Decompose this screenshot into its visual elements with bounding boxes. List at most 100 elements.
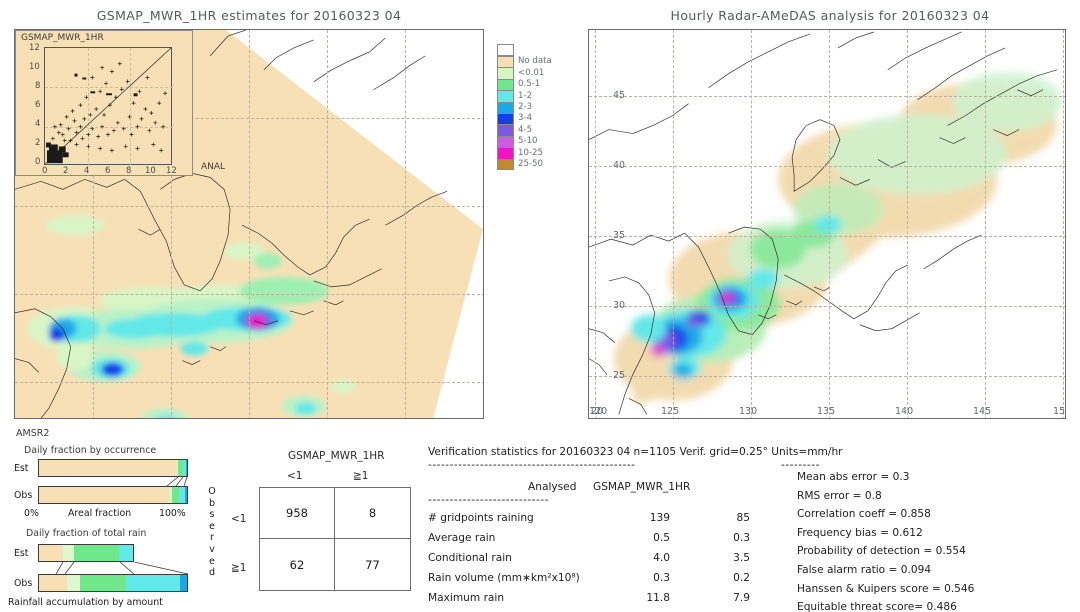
occurrence-bar-obs: [38, 486, 188, 504]
left-gridline-h2: [15, 206, 483, 207]
colorbar-entry: 5-10: [497, 135, 552, 148]
inset-xtick-6: 6: [105, 166, 111, 176]
stats-row-name: Average rain: [428, 532, 496, 544]
bar-segment: [73, 545, 119, 561]
bar-segment: [39, 545, 64, 561]
left-panel-title: GSMAP_MWR_1HR estimates for 20160323 04: [96, 8, 402, 23]
amount-connector-lines: [55, 562, 189, 574]
observed-letter: O: [208, 486, 216, 497]
inset-scatter-points: [45, 61, 168, 164]
observed-letter: e: [209, 520, 215, 532]
inset-xtick-0: 0: [42, 166, 48, 176]
colorbar-swatch: [497, 147, 514, 159]
right-gridline-v5: [985, 30, 986, 418]
colorbar-swatch: [497, 90, 514, 102]
colorbar-label: 2-3: [518, 101, 533, 112]
right-lon-tick-130: 130: [739, 406, 758, 417]
inset-ytick-8: 8: [35, 81, 41, 91]
right-gridline-v4: [907, 30, 908, 418]
colorbar-swatch: [497, 124, 514, 136]
inset-xtick-2: 2: [63, 166, 69, 176]
stats-row-analysed: 0.5: [653, 532, 670, 544]
stats-row-model: 0.3: [733, 532, 750, 544]
contingency-cell-hit-miss-1: 8: [335, 488, 410, 539]
inset-ytick-10: 10: [29, 62, 40, 72]
stats-row-model: 85: [736, 512, 750, 524]
colorbar-label: 10-25: [518, 147, 543, 158]
contingency-row-label-ge1: ≧1: [231, 562, 247, 574]
amount-row-label-obs: Obs: [14, 578, 33, 589]
observed-letter: e: [209, 555, 215, 567]
right-lon-tick-150: 15: [1053, 406, 1066, 417]
right-gridline-v1: [673, 30, 674, 418]
score-row: False alarm ratio = 0.094: [797, 564, 932, 576]
right-gridline-h40: [589, 166, 1065, 167]
left-map-panel: GSMAP_MWR_1HR 12 10 8 6 4 2 0 0 2 4 6 8 …: [14, 29, 484, 419]
stats-col-analysed: Analysed: [528, 481, 577, 493]
score-row: Frequency bias = 0.612: [797, 526, 923, 539]
bar-segment: [39, 487, 169, 503]
colorbar-entry: 2-3: [497, 101, 552, 113]
stats-row-analysed: 4.0: [653, 552, 670, 564]
colorbar-entry: 4-5: [497, 124, 552, 136]
stats-divider-2: ----------------------------: [428, 494, 550, 506]
bar-segment: [179, 575, 187, 591]
colorbar-entry: 1-2: [497, 90, 552, 102]
stats-row-analysed: 0.3: [653, 572, 670, 584]
colorbar-entry: 10-25: [497, 147, 552, 159]
colorbar-entry: 3-4: [497, 112, 552, 125]
inset-ytick-0: 0: [35, 157, 41, 167]
occurrence-row-label-est: Est: [14, 463, 29, 474]
precip-colorbar: No data <0.01 0.5-1 1-2 2-3 3-4 4-5 5-10 10-25 25…: [497, 44, 552, 170]
stats-row-name: Rain volume (mm∗km²x10⁸): [428, 572, 580, 584]
observed-letter: s: [209, 509, 215, 521]
stats-row-name: Conditional rain: [428, 552, 512, 564]
colorbar-label: 0.5-1: [518, 79, 541, 90]
inset-ytick-6: 6: [35, 100, 41, 110]
bar-segment: [80, 575, 127, 591]
stats-divider-1: ----------------------------------------…: [428, 459, 636, 471]
colorbar-swatch: [497, 112, 514, 125]
inset-xtick-10: 10: [145, 166, 156, 176]
bar-segment: [39, 575, 68, 591]
colorbar-label: <0.01: [518, 67, 545, 78]
contingency-cell-hit-miss-3: 77: [365, 557, 380, 572]
right-gridline-v6: [1063, 30, 1064, 418]
bar-segment: [39, 460, 177, 476]
right-lat-tick-25: 25: [613, 370, 626, 381]
score-row: Hanssen & Kuipers score = 0.546: [797, 582, 975, 595]
colorbar-entry: <0.01: [497, 67, 552, 79]
score-row: Correlation coeff = 0.858: [797, 508, 931, 521]
colorbar-swatch: [497, 135, 514, 148]
stats-row-analysed: 11.8: [646, 592, 670, 604]
colorbar-label: 5-10: [518, 136, 538, 147]
colorbar-swatch: [497, 158, 514, 170]
occurrence-connector-lines: [166, 477, 188, 486]
amount-bar-est: [38, 544, 134, 562]
bar-segment: [185, 487, 187, 503]
colorbar-label: 4-5: [518, 124, 533, 135]
right-lon-tick-120: 120: [589, 406, 608, 417]
colorbar-swatch: [497, 78, 514, 91]
colorbar-swatch: [497, 67, 514, 79]
scores-divider: ---------: [781, 459, 820, 471]
contingency-header: GSMAP_MWR_1HR: [288, 450, 385, 462]
bar-segment: [63, 545, 74, 561]
right-map-panel: 45 40 35 30 25 20 120 125 130 135 140 14…: [588, 29, 1066, 419]
inset-ytick-2: 2: [35, 138, 41, 148]
left-gridline-v4: [327, 30, 328, 418]
colorbar-label: 25-50: [518, 158, 543, 169]
left-gridline-v5: [405, 30, 406, 418]
colorbar-label: 3-4: [518, 113, 533, 124]
colorbar-entry: No data: [497, 56, 552, 68]
right-lat-tick-35: 35: [613, 230, 626, 241]
right-gridline-h25: [589, 376, 1065, 377]
colorbar-swatch: [497, 101, 514, 113]
colorbar-blank-swatch: [497, 44, 514, 56]
contingency-col-label-ge1: ≧1: [353, 470, 369, 482]
bar-segment: [118, 545, 133, 561]
left-gridline-v3: [249, 30, 250, 418]
score-row: Equitable threat score= 0.486: [797, 601, 957, 612]
score-row: Mean abs error = 0.3: [797, 471, 910, 483]
score-row: RMS error = 0.8: [797, 489, 882, 502]
